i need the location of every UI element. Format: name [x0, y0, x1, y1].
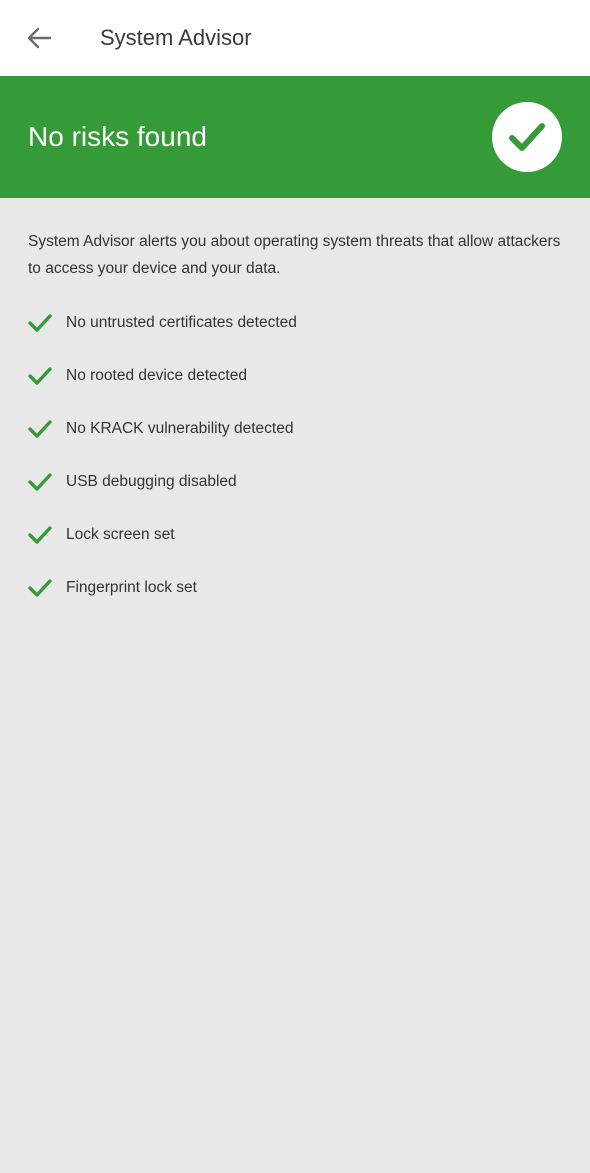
app-bar: System Advisor	[0, 0, 590, 76]
back-button[interactable]	[22, 22, 56, 54]
check-icon	[28, 578, 52, 598]
status-text: No risks found	[28, 121, 207, 152]
arrow-left-icon	[27, 27, 52, 49]
list-item: Lock screen set	[28, 508, 562, 561]
check-label: No rooted device detected	[66, 366, 247, 384]
status-banner: No risks found	[0, 76, 590, 198]
check-circle-icon	[492, 102, 562, 172]
check-icon	[28, 472, 52, 492]
check-label: Lock screen set	[66, 525, 175, 543]
main-content: System Advisor alerts you about operatin…	[0, 198, 590, 614]
list-item: No rooted device detected	[28, 349, 562, 402]
description-text: System Advisor alerts you about operatin…	[28, 233, 561, 277]
list-item: No untrusted certificates detected	[28, 296, 562, 349]
check-label: Fingerprint lock set	[66, 578, 197, 596]
check-label: No untrusted certificates detected	[66, 313, 297, 331]
check-icon	[28, 366, 52, 386]
check-icon	[28, 525, 52, 545]
check-icon	[28, 419, 52, 439]
check-icon	[28, 313, 52, 333]
check-label: No KRACK vulnerability detected	[66, 419, 294, 437]
list-item: No KRACK vulnerability detected	[28, 402, 562, 455]
check-label: USB debugging disabled	[66, 472, 237, 490]
check-list: No untrusted certificates detected No ro…	[28, 296, 562, 614]
page-title: System Advisor	[100, 25, 252, 50]
list-item: Fingerprint lock set	[28, 561, 562, 614]
list-item: USB debugging disabled	[28, 455, 562, 508]
